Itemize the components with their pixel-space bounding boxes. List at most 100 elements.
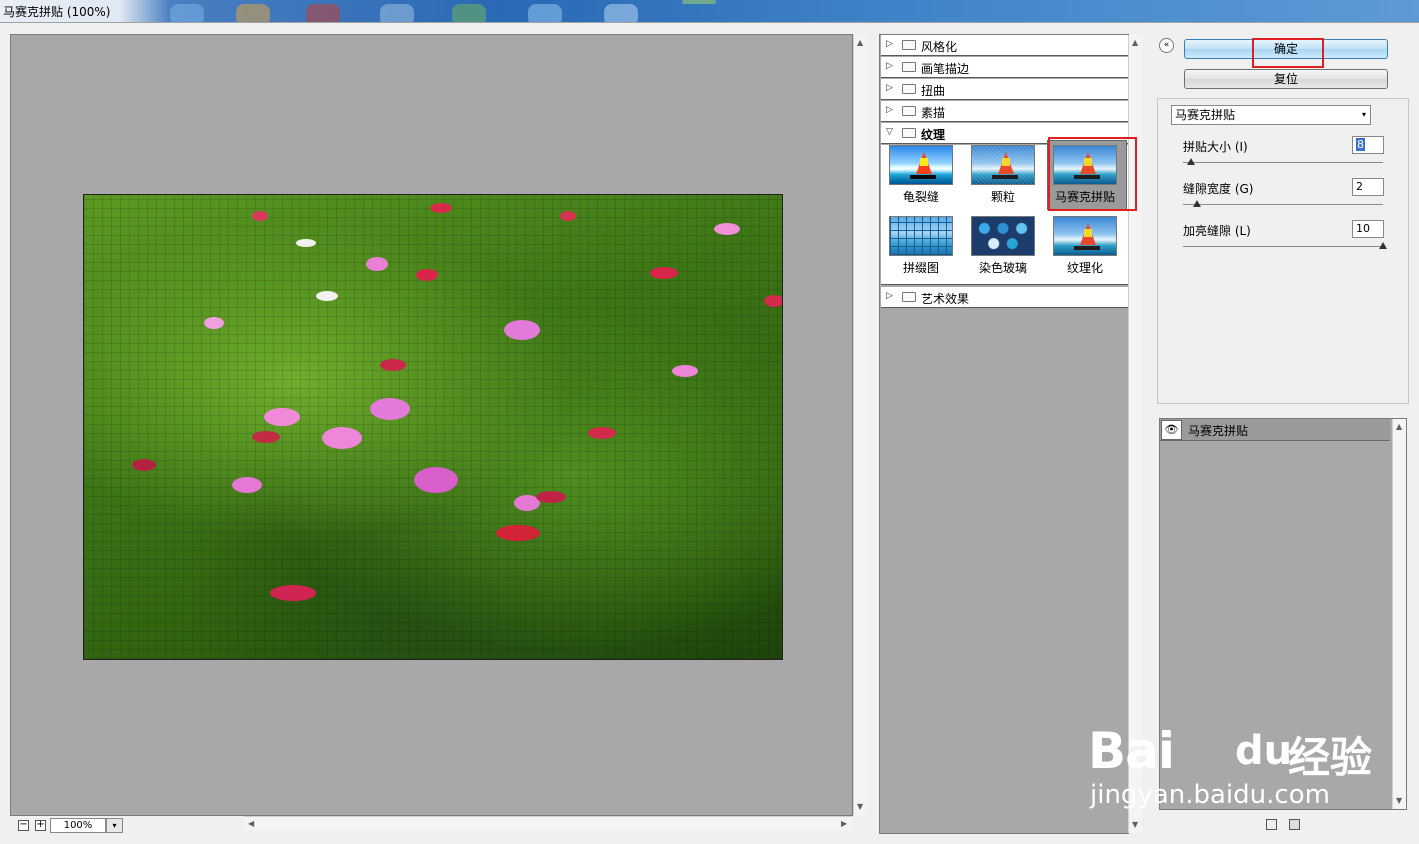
lighten-grout-field[interactable]: 10 bbox=[1352, 220, 1384, 238]
expand-arrow-icon[interactable]: ▷ bbox=[886, 39, 893, 49]
flower bbox=[270, 585, 316, 601]
hull-shape bbox=[910, 175, 936, 179]
category-artistic[interactable]: ▷ 艺术效果 bbox=[881, 287, 1128, 308]
grout-width-slider[interactable] bbox=[1183, 204, 1383, 205]
effect-layer-name: 马赛克拼贴 bbox=[1188, 424, 1249, 438]
expand-arrow-icon[interactable]: ▷ bbox=[886, 105, 893, 115]
preview-area[interactable]: ▲ ▼ bbox=[10, 34, 867, 816]
thumbnail-label[interactable]: 染色玻璃 bbox=[961, 259, 1045, 276]
lighten-grout-slider-thumb[interactable] bbox=[1379, 242, 1387, 249]
lighten-grout-slider[interactable] bbox=[1183, 246, 1383, 247]
scroll-down-arrow-icon[interactable]: ▼ bbox=[1396, 797, 1402, 805]
hull-shape bbox=[992, 175, 1018, 179]
tile-size-field[interactable]: 8 bbox=[1352, 136, 1384, 154]
delete-effect-layer-icon[interactable] bbox=[1289, 819, 1300, 830]
zoom-in-button[interactable]: + bbox=[35, 820, 46, 831]
filter-select-value: 马赛克拼贴 bbox=[1175, 108, 1236, 122]
sail-stripe bbox=[1002, 158, 1010, 166]
stained-glass-thumbnail[interactable] bbox=[971, 216, 1035, 256]
scroll-down-arrow-icon[interactable]: ▼ bbox=[1132, 821, 1138, 829]
sail-stripe bbox=[1084, 229, 1092, 237]
gallery-scrollbar[interactable]: ▲ ▼ bbox=[1128, 35, 1142, 833]
category-label: 画笔描边 bbox=[921, 62, 970, 76]
flower bbox=[370, 398, 410, 420]
grain-thumbnail[interactable] bbox=[971, 145, 1035, 185]
lighten-grout-label: 加亮缝隙 (L) bbox=[1183, 224, 1251, 238]
effect-layer-row[interactable]: 👁 马赛克拼贴 bbox=[1160, 419, 1390, 441]
folder-icon bbox=[902, 106, 916, 116]
preview-vertical-scrollbar[interactable]: ▲ ▼ bbox=[853, 35, 867, 815]
grout-width-field[interactable]: 2 bbox=[1352, 178, 1384, 196]
flower bbox=[430, 203, 452, 213]
scroll-up-arrow-icon[interactable]: ▲ bbox=[1132, 39, 1138, 47]
preview-horizontal-scrollbar[interactable]: ◀ ▶ bbox=[243, 816, 853, 830]
tile-size-slider-thumb[interactable] bbox=[1187, 158, 1195, 165]
thumbnail-label[interactable]: 龟裂缝 bbox=[879, 188, 963, 205]
category-label: 艺术效果 bbox=[921, 292, 970, 306]
flower bbox=[380, 359, 406, 371]
tile-size-slider[interactable] bbox=[1183, 162, 1383, 163]
chevron-down-icon[interactable]: ▾ bbox=[1362, 106, 1366, 124]
layers-scrollbar[interactable]: ▲ ▼ bbox=[1392, 419, 1406, 809]
collapse-arrow-icon[interactable]: ▽ bbox=[886, 127, 893, 137]
category-label: 纹理 bbox=[921, 128, 946, 142]
tile-size-value: 8 bbox=[1356, 138, 1365, 151]
craquelure-thumbnail[interactable] bbox=[889, 145, 953, 185]
taskbar-decoration bbox=[236, 4, 270, 22]
scroll-left-arrow-icon[interactable]: ◀ bbox=[248, 820, 254, 828]
flower bbox=[560, 211, 576, 221]
expand-arrow-icon[interactable]: ▷ bbox=[886, 61, 893, 71]
flower bbox=[416, 269, 438, 281]
folder-icon bbox=[902, 292, 916, 302]
flower bbox=[496, 525, 540, 541]
reset-button[interactable]: 复位 bbox=[1184, 69, 1388, 89]
expand-arrow-icon[interactable]: ▷ bbox=[886, 83, 893, 93]
sail-stripe bbox=[1084, 158, 1092, 166]
flower bbox=[132, 459, 156, 471]
flower bbox=[714, 223, 740, 235]
folder-icon bbox=[902, 40, 916, 50]
category-stylize[interactable]: ▷ 风格化 bbox=[881, 35, 1128, 56]
scroll-up-arrow-icon[interactable]: ▲ bbox=[1396, 423, 1402, 431]
category-sketch[interactable]: ▷ 素描 bbox=[881, 101, 1128, 122]
scroll-down-arrow-icon[interactable]: ▼ bbox=[857, 803, 863, 811]
thumbnail-label[interactable]: 颗粒 bbox=[961, 188, 1045, 205]
new-effect-layer-icon[interactable] bbox=[1266, 819, 1277, 830]
preview-image[interactable] bbox=[83, 194, 783, 660]
flower bbox=[650, 267, 678, 279]
expand-arrow-icon[interactable]: ▷ bbox=[886, 291, 893, 301]
flower bbox=[296, 239, 316, 247]
grout-width-label: 缝隙宽度 (G) bbox=[1183, 182, 1254, 196]
flower bbox=[264, 408, 300, 426]
mosaic-tiles-thumbnail[interactable] bbox=[1053, 145, 1117, 185]
category-brush-strokes[interactable]: ▷ 画笔描边 bbox=[881, 57, 1128, 78]
thumbnail-label[interactable]: 马赛克拼贴 bbox=[1043, 188, 1127, 205]
watermark-url: jingyan.baidu.com bbox=[1090, 780, 1330, 810]
ok-button[interactable]: 确定 bbox=[1184, 39, 1388, 59]
flower bbox=[322, 427, 362, 449]
scroll-right-arrow-icon[interactable]: ▶ bbox=[841, 820, 847, 828]
eye-icon[interactable]: 👁 bbox=[1161, 420, 1182, 440]
window-title: 马赛克拼贴 (100%) bbox=[3, 5, 111, 19]
taskbar-decoration bbox=[306, 4, 340, 22]
flower bbox=[232, 477, 262, 493]
zoom-out-button[interactable]: − bbox=[18, 820, 29, 831]
zoom-level-field[interactable]: 100% bbox=[50, 818, 106, 833]
category-distort[interactable]: ▷ 扭曲 bbox=[881, 79, 1128, 100]
thumbnail-label[interactable]: 拼缀图 bbox=[879, 259, 963, 276]
sail-stripe bbox=[920, 158, 928, 166]
collapse-gallery-button[interactable]: « bbox=[1159, 38, 1174, 53]
flower bbox=[252, 211, 268, 221]
category-label: 扭曲 bbox=[921, 84, 946, 98]
flower bbox=[588, 427, 616, 439]
category-label: 风格化 bbox=[921, 40, 958, 54]
grout-width-slider-thumb[interactable] bbox=[1193, 200, 1201, 207]
thumbnail-label[interactable]: 纹理化 bbox=[1043, 259, 1127, 276]
scroll-up-arrow-icon[interactable]: ▲ bbox=[857, 39, 863, 47]
folder-icon bbox=[902, 84, 916, 94]
filter-select[interactable]: 马赛克拼贴 ▾ bbox=[1171, 105, 1371, 125]
zoom-dropdown-icon[interactable]: ▾ bbox=[106, 818, 123, 833]
patchwork-thumbnail[interactable] bbox=[889, 216, 953, 256]
texturizer-thumbnail[interactable] bbox=[1053, 216, 1117, 256]
hull-shape bbox=[1074, 246, 1100, 250]
